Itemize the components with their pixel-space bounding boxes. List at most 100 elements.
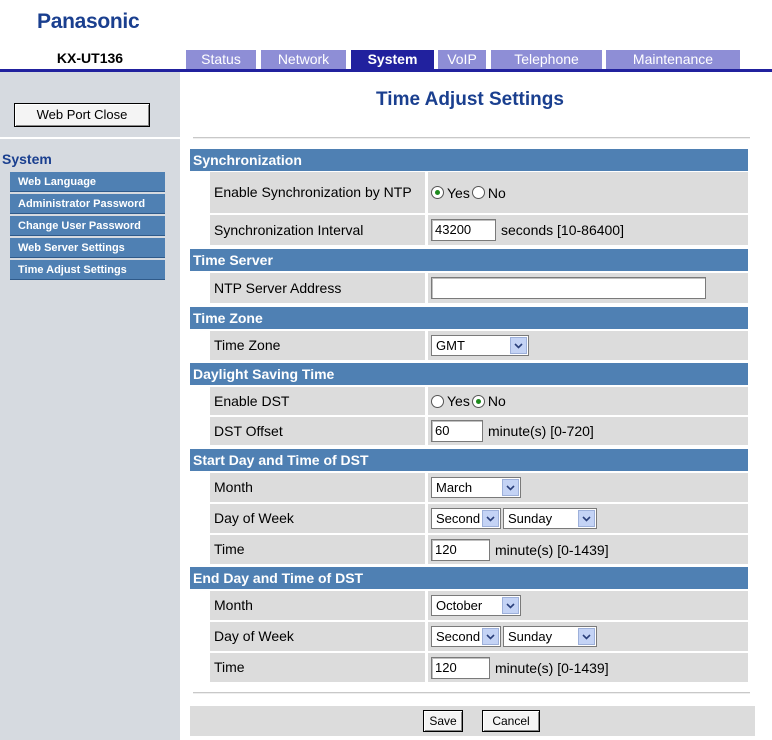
section-synchronization: Synchronization [190, 149, 748, 171]
ntp-server-value [428, 273, 748, 303]
dst-start-time-value: 120 minute(s) [0-1439] [428, 535, 748, 564]
time-zone-value: GMT [428, 331, 748, 360]
sidebar-item-web-server-settings[interactable]: Web Server Settings [10, 238, 165, 258]
dst-start-week-selected: Second [436, 511, 481, 526]
dst-end-dow-label: Day of Week [210, 622, 425, 651]
enable-dst-yes-label: Yes [447, 393, 470, 409]
sidebar-section-title: System [2, 151, 52, 167]
sync-interval-input[interactable]: 43200 [431, 219, 496, 241]
top-divider [193, 137, 750, 139]
chevron-down-icon [578, 510, 595, 527]
tab-network[interactable]: Network [261, 50, 346, 69]
radio-unchecked-icon [431, 394, 444, 408]
dst-offset-unit: minute(s) [0-720] [488, 423, 594, 439]
row-dst-end-month: Month October [190, 591, 748, 620]
dst-end-month-selected: October [436, 598, 483, 613]
dst-start-week-select[interactable]: Second [431, 508, 501, 529]
enable-dst-yes-radio[interactable]: Yes [431, 393, 470, 409]
sidebar-divider [0, 137, 180, 139]
sidebar-item-administrator-password[interactable]: Administrator Password [10, 194, 165, 214]
tab-status[interactable]: Status [186, 50, 256, 69]
enable-sync-yes-label: Yes [447, 184, 470, 201]
dst-start-time-input[interactable]: 120 [431, 538, 490, 561]
dst-start-month-select[interactable]: March [431, 477, 521, 498]
bottom-divider [193, 692, 750, 694]
dst-offset-input[interactable]: 60 [431, 420, 483, 442]
dst-end-time-value: 120 minute(s) [0-1439] [428, 653, 748, 682]
dst-offset-label: DST Offset [210, 417, 425, 445]
enable-sync-value: Yes No [428, 172, 748, 213]
sidebar-item-web-language[interactable]: Web Language [10, 172, 165, 192]
section-time-zone: Time Zone [190, 307, 748, 329]
enable-sync-no-label: No [487, 184, 506, 201]
enable-dst-label: Enable DST [210, 387, 425, 415]
tab-telephone[interactable]: Telephone [491, 50, 602, 69]
tab-voip[interactable]: VoIP [438, 50, 486, 69]
time-zone-selected: GMT [436, 338, 465, 353]
dst-end-day-selected: Sunday [508, 629, 553, 644]
dst-end-week-select[interactable]: Second [431, 626, 501, 647]
enable-dst-no-label: No [487, 393, 506, 409]
dst-end-day-select[interactable]: Sunday [503, 626, 597, 647]
dst-start-day-selected: Sunday [508, 511, 553, 526]
save-button[interactable]: Save [423, 710, 463, 732]
dst-end-time-unit: minute(s) [0-1439] [495, 659, 609, 676]
time-zone-select[interactable]: GMT [431, 335, 529, 356]
dst-start-dow-label: Day of Week [210, 504, 425, 533]
dst-start-dow-value: Second Sunday [428, 504, 748, 533]
chevron-down-icon [578, 628, 595, 645]
dst-end-week-selected: Second [436, 629, 481, 644]
section-dst: Daylight Saving Time [190, 363, 748, 385]
row-time-zone: Time Zone GMT [190, 331, 748, 360]
sync-interval-value: 43200 seconds [10-86400] [428, 215, 748, 245]
enable-sync-no-radio[interactable]: No [471, 184, 506, 201]
chevron-down-icon [482, 628, 499, 645]
chevron-down-icon [502, 597, 519, 614]
dst-end-time-input[interactable]: 120 [431, 656, 490, 679]
dst-start-day-select[interactable]: Sunday [503, 508, 597, 529]
cancel-button[interactable]: Cancel [482, 710, 540, 732]
dst-end-month-select[interactable]: October [431, 595, 521, 616]
enable-dst-value: Yes No [428, 387, 748, 415]
chevron-down-icon [510, 337, 527, 354]
tab-system[interactable]: System [351, 50, 434, 69]
enable-sync-label: Enable Synchronization by NTP [210, 172, 425, 213]
ntp-server-input[interactable] [431, 277, 706, 299]
enable-dst-no-radio[interactable]: No [471, 393, 506, 409]
ntp-server-label: NTP Server Address [210, 273, 425, 303]
dst-start-month-label: Month [210, 473, 425, 502]
row-enable-dst: Enable DST Yes No [190, 387, 748, 415]
radio-unchecked-icon [471, 186, 485, 199]
row-ntp-server: NTP Server Address [190, 273, 748, 303]
chevron-down-icon [482, 510, 499, 527]
row-dst-offset: DST Offset 60 minute(s) [0-720] [190, 417, 748, 445]
dst-start-time-label: Time [210, 535, 425, 564]
section-dst-end: End Day and Time of DST [190, 567, 748, 589]
sync-interval-label: Synchronization Interval [210, 215, 425, 245]
section-time-server: Time Server [190, 249, 748, 271]
row-dst-end-time: Time 120 minute(s) [0-1439] [190, 653, 748, 682]
dst-end-time-label: Time [210, 653, 425, 682]
row-dst-start-dow: Day of Week Second Sunday [190, 504, 748, 533]
radio-checked-icon [431, 186, 444, 199]
sidebar-item-time-adjust-settings[interactable]: Time Adjust Settings [10, 260, 165, 280]
time-zone-label: Time Zone [210, 331, 425, 360]
chevron-down-icon [502, 479, 519, 496]
tab-maintenance[interactable]: Maintenance [606, 50, 740, 69]
model-name: KX-UT136 [56, 50, 124, 66]
form-actions: Save Cancel [190, 706, 755, 736]
enable-sync-yes-radio[interactable]: Yes [431, 185, 470, 201]
dst-start-month-selected: March [436, 480, 473, 495]
row-sync-interval: Synchronization Interval 43200 seconds [… [190, 215, 748, 245]
panasonic-logo: Panasonic [37, 10, 140, 33]
web-port-close-button[interactable]: Web Port Close [14, 103, 150, 127]
dst-start-time-unit: minute(s) [0-1439] [495, 541, 609, 558]
row-dst-end-dow: Day of Week Second Sunday [190, 622, 748, 651]
dst-end-dow-value: Second Sunday [428, 622, 748, 651]
sidebar-item-change-user-password[interactable]: Change User Password [10, 216, 165, 236]
row-dst-start-month: Month March [190, 473, 748, 502]
dst-end-month-label: Month [210, 591, 425, 620]
sync-interval-unit: seconds [10-86400] [501, 222, 624, 238]
dst-offset-value: 60 minute(s) [0-720] [428, 417, 748, 445]
radio-checked-icon [471, 394, 485, 408]
